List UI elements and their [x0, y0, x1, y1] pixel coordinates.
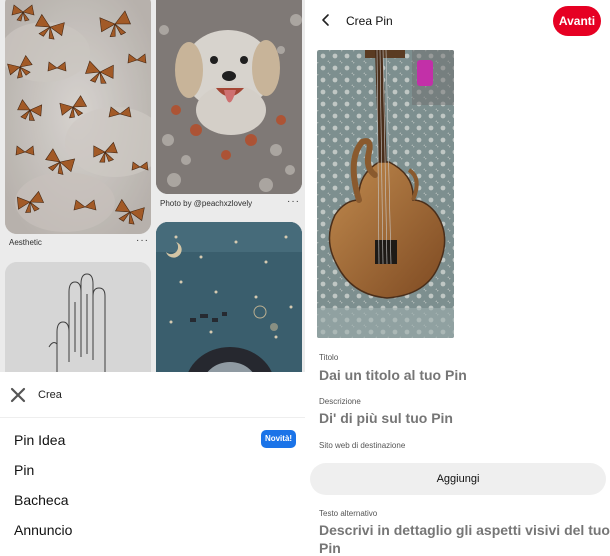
menu-item-pin-idea[interactable]: Pin Idea	[14, 432, 65, 448]
title-input[interactable]: Dai un titolo al tuo Pin	[319, 367, 467, 383]
home-feed-panel: Aesthetic ··· Photo by @peachxzlovely ··…	[0, 0, 305, 556]
title-label: Titolo	[319, 353, 339, 362]
close-icon[interactable]	[10, 387, 26, 403]
website-label: Sito web di destinazione	[319, 441, 406, 450]
pin-image-preview[interactable]	[317, 50, 454, 338]
alt-text-input-line2[interactable]: Pin	[319, 540, 341, 556]
back-arrow-icon[interactable]	[319, 12, 333, 28]
sheet-header: Crea	[0, 372, 305, 418]
butterflies-image	[5, 0, 151, 234]
pin-caption: Aesthetic	[9, 238, 42, 247]
menu-item-pin[interactable]: Pin	[14, 462, 34, 478]
add-website-button[interactable]: Aggiungi	[310, 463, 606, 495]
pin-caption: Photo by @peachxzlovely	[160, 199, 253, 208]
page-title: Crea Pin	[346, 14, 393, 28]
description-input[interactable]: Di' di più sul tuo Pin	[319, 410, 453, 426]
description-label: Descrizione	[319, 397, 361, 406]
hand-sketch-image	[5, 262, 151, 372]
menu-item-ad[interactable]: Annuncio	[14, 522, 72, 538]
sheet-title: Crea	[38, 389, 62, 401]
new-badge: Novità!	[261, 430, 296, 448]
alt-text-label: Testo alternativo	[319, 509, 378, 518]
space-image	[156, 222, 302, 372]
create-bottom-sheet: Crea Pin Idea Novità! Pin Bacheca Annunc…	[0, 372, 305, 556]
pin-grid: Aesthetic ··· Photo by @peachxzlovely ··…	[0, 0, 305, 372]
more-options-icon[interactable]: ···	[287, 196, 300, 207]
create-pin-panel: Crea Pin Avanti Titolo Dai un titolo al …	[305, 0, 610, 556]
pin-card-dog[interactable]	[156, 0, 302, 194]
next-button[interactable]: Avanti	[553, 6, 601, 36]
guitar-photo	[317, 50, 454, 338]
alt-text-input-line1[interactable]: Descrivi in dettaglio gli aspetti visivi…	[319, 522, 610, 538]
pin-card-hand-sketch[interactable]	[5, 262, 151, 372]
more-options-icon[interactable]: ···	[136, 235, 149, 246]
pin-card-space[interactable]	[156, 222, 302, 372]
dog-image	[156, 0, 302, 194]
pin-card-butterflies[interactable]	[5, 0, 151, 234]
menu-item-board[interactable]: Bacheca	[14, 492, 68, 508]
